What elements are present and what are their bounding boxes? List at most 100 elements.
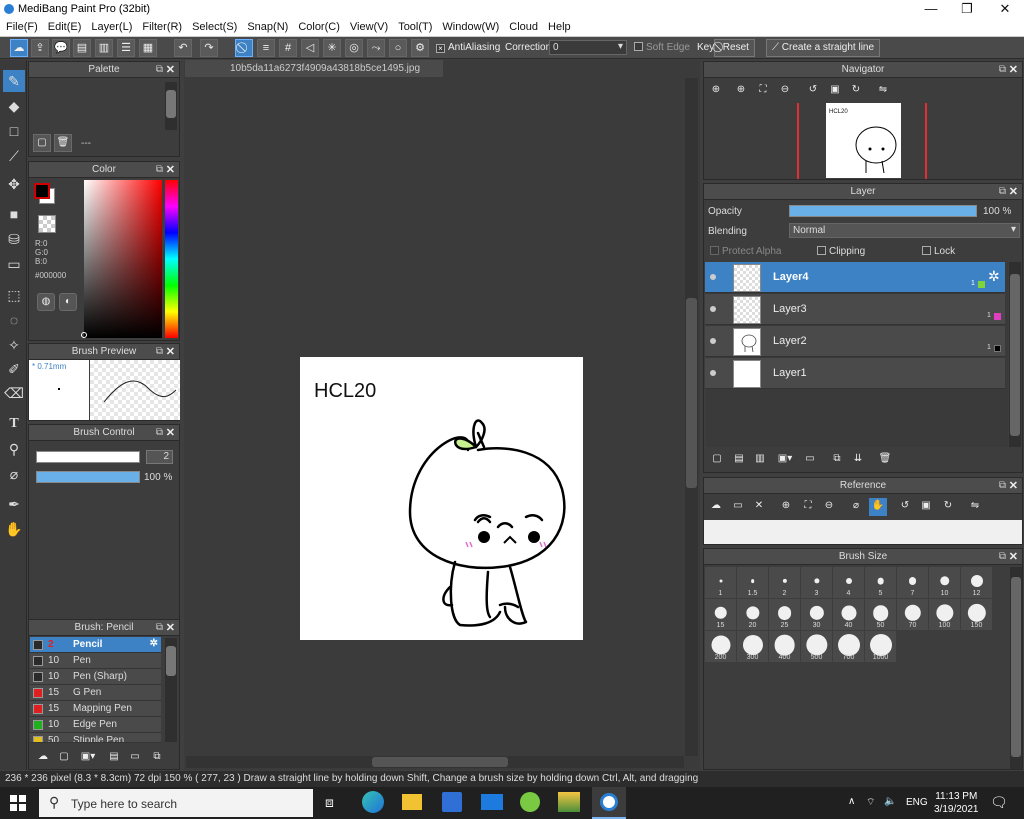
popout-icon[interactable]: ⧉ [156,162,163,178]
brush-size-option[interactable]: 30 [801,599,832,630]
brush-size-option[interactable]: 50 [865,599,896,630]
gradient-icon[interactable]: ▭ [3,253,25,275]
brush-size-option[interactable]: 100 [929,599,960,630]
brush-item-pen-sharp[interactable]: 10 Pen (Sharp) [30,669,161,685]
straight-line-button[interactable]: ⟋ Create a straight line [766,39,881,57]
reference-view[interactable] [704,520,1022,544]
snap-off-icon[interactable]: ⃠ [235,39,253,57]
zoom-in-icon[interactable]: ⊕ [777,498,795,516]
comment-icon[interactable]: 💬 [52,39,70,57]
menu-tool[interactable]: Tool(T) [392,18,436,33]
snap-grid-icon[interactable]: # [279,39,297,57]
snap-concentric-icon[interactable]: ◎ [345,39,363,57]
brush-size-option[interactable]: 4 [833,567,864,598]
move-icon[interactable]: ✥ [3,173,25,195]
brush-size-option[interactable]: 2 [769,567,800,598]
minimize-button[interactable]: — [912,0,950,18]
fit-icon[interactable]: ⛶ [754,82,772,100]
add-brush-icon[interactable]: ▣▾ [77,749,99,767]
layer-opacity-slider[interactable] [789,205,977,217]
rotate-left-icon[interactable]: ↺ [896,498,914,516]
undo-icon[interactable]: ↶ [174,39,192,57]
notification-icon[interactable]: 🗨 [990,794,1008,811]
delete-layer-icon[interactable]: 🗑 [876,451,894,469]
text-icon[interactable]: T [3,413,25,435]
new-8bit-layer-icon[interactable]: ▥ [751,451,769,469]
merge-layer-icon[interactable]: ⇊ [849,451,867,469]
close-icon[interactable]: ✕ [166,620,175,636]
popout-icon[interactable]: ⧉ [156,344,163,360]
new-layer-icon[interactable]: ▢ [708,451,726,469]
foreground-color-swatch[interactable] [34,183,50,199]
brush-size-option[interactable]: 12 [961,567,992,598]
flip-icon[interactable]: ⇋ [966,498,984,516]
brush-size-option[interactable]: 10 [929,567,960,598]
taskbar-search[interactable]: ⚲ Type here to search [39,789,313,817]
gear-icon[interactable]: ✲ [150,638,158,649]
app-icon[interactable] [558,792,580,812]
scroll-thumb[interactable] [686,298,697,488]
hand-icon[interactable]: ✋ [3,518,25,540]
popout-icon[interactable]: ⧉ [999,184,1006,200]
folder-icon[interactable]: ▭ [126,749,144,767]
grid-panel-icon[interactable]: ▦ [139,39,157,57]
select-pen-icon[interactable]: ✐ [3,358,25,380]
open-folder-icon[interactable]: ▭ [729,498,747,516]
menu-view[interactable]: View(V) [344,18,392,33]
brush-size-option[interactable]: 300 [737,631,768,662]
volume-icon[interactable]: 🔈 [884,796,896,807]
menu-file[interactable]: File(F) [0,18,42,33]
close-icon[interactable]: ✕ [166,344,175,360]
brush-size-option[interactable]: 200 [705,631,736,662]
folder-icon[interactable]: ▭ [801,451,819,469]
fill-rect-icon[interactable]: ■ [3,203,25,225]
cloud-brush-icon[interactable]: ☁ [34,749,52,767]
brush-list-scrollbar[interactable] [165,638,177,742]
trash-icon[interactable]: 🗑 [54,134,72,152]
zoom-in-icon[interactable]: ⊕ [707,82,725,100]
zoom-out-icon[interactable]: ⊖ [820,498,838,516]
protect-alpha-checkbox[interactable]: Protect Alpha [710,246,781,257]
layer-row[interactable]: Layer2 1 [705,326,1005,357]
document-icon[interactable]: ▥ [95,39,113,57]
redo-icon[interactable]: ↷ [200,39,218,57]
edge-browser-icon[interactable] [362,791,384,813]
visibility-icon[interactable] [710,306,716,312]
rotate-right-icon[interactable]: ↻ [847,82,865,100]
layer-list-scrollbar[interactable] [1009,262,1021,447]
fit-window-icon[interactable]: ▣ [917,498,935,516]
eyedropper-icon[interactable]: ⌀ [847,498,865,516]
brush-size-option[interactable]: 3 [801,567,832,598]
close-button[interactable]: ✕ [986,0,1024,18]
clock[interactable]: 11:13 PM 3/19/2021 [934,790,979,816]
flip-icon[interactable]: ⇋ [874,82,892,100]
lock-checkbox[interactable]: Lock [922,246,955,257]
brush-size-option[interactable]: 150 [961,599,992,630]
brush-icon[interactable]: ✎ [3,70,25,92]
snap-parallel-icon[interactable]: ≡ [257,39,275,57]
brush-item-g-pen[interactable]: 15 G Pen [30,685,161,701]
store-icon[interactable] [442,792,462,812]
popout-icon[interactable]: ⧉ [999,549,1006,565]
close-icon[interactable]: ✕ [166,62,175,78]
zoom-in-icon[interactable]: ⊕ [732,82,750,100]
menu-filter[interactable]: Filter(R) [136,18,186,33]
eyedropper-icon[interactable]: ⌀ [3,463,25,485]
menu-window[interactable]: Window(W) [436,18,503,33]
visibility-icon[interactable] [710,274,716,280]
operation-icon[interactable]: ⚲ [3,438,25,460]
brush-size-slider[interactable] [36,451,140,463]
brush-size-option[interactable]: 700 [833,631,864,662]
transparent-swatch[interactable] [38,215,56,233]
brush-size-option[interactable]: 40 [833,599,864,630]
clipping-checkbox[interactable]: Clipping [817,246,865,257]
hand-icon[interactable]: ✋ [869,498,887,516]
snap-radial-icon[interactable]: ✳ [323,39,341,57]
brush-item-pencil[interactable]: 2 Pencil ✲ [30,637,161,653]
layer-row[interactable]: Layer3 1 [705,294,1005,325]
rotate-right-icon[interactable]: ↻ [939,498,957,516]
brush-item-mapping-pen[interactable]: 15 Mapping Pen [30,701,161,717]
scroll-thumb[interactable] [166,646,176,676]
brush-size-option[interactable]: 20 [737,599,768,630]
panel-icon[interactable]: ▤ [73,39,91,57]
